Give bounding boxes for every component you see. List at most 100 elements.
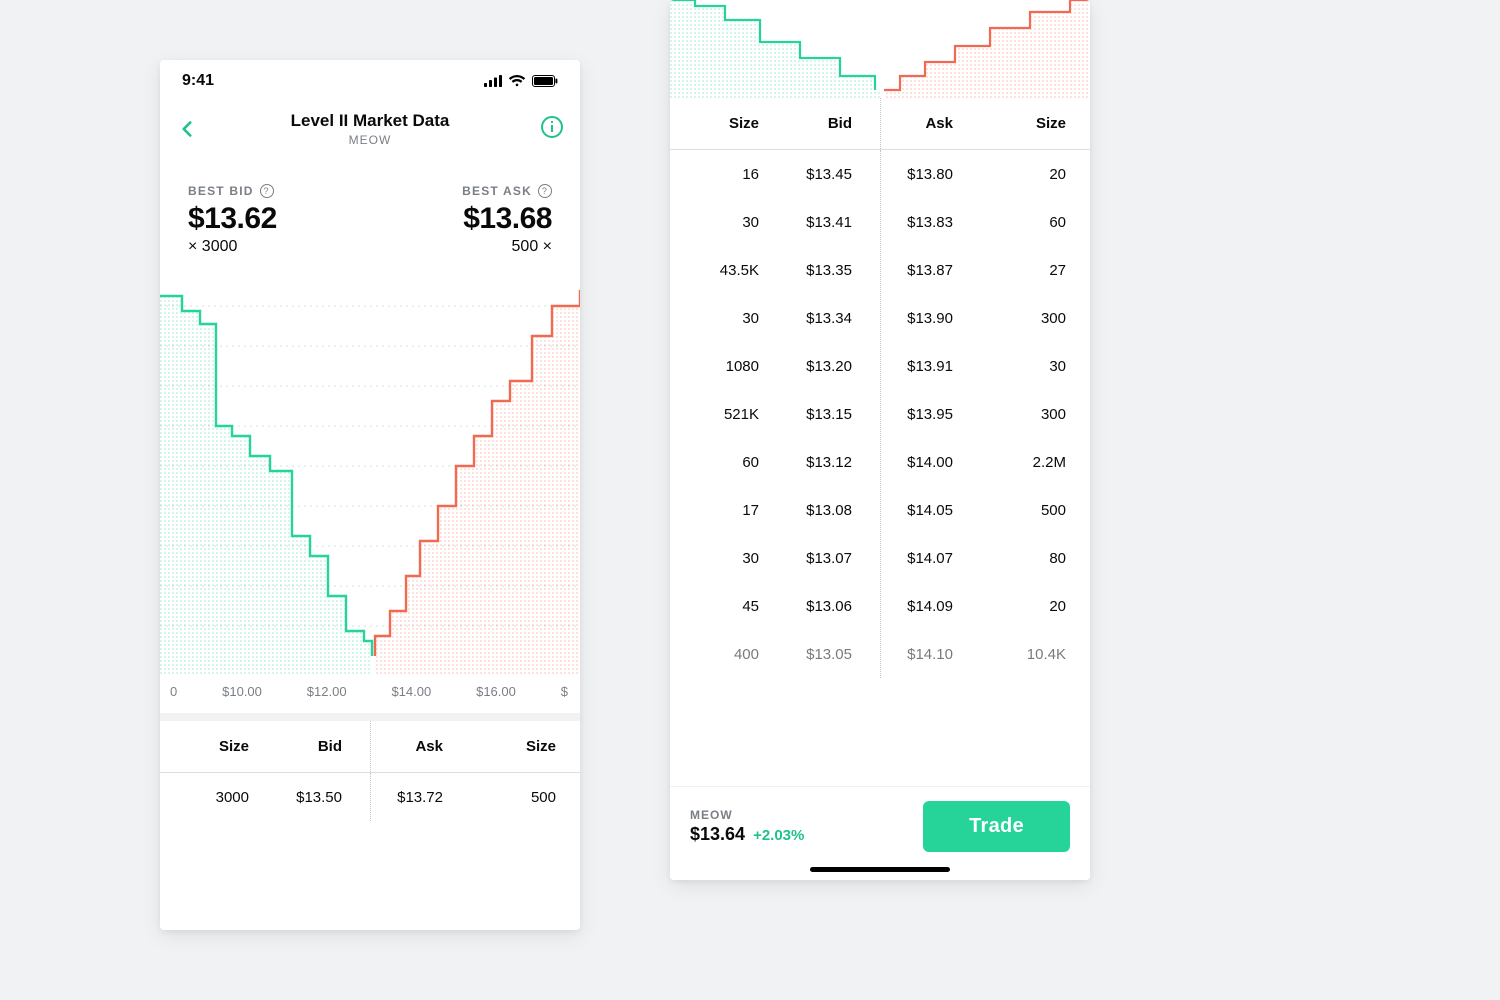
axis-tick: $12.00 <box>307 684 347 699</box>
cell-size-bid: 30 <box>694 214 787 231</box>
depth-chart-mini[interactable] <box>670 0 1090 98</box>
orderbook-row[interactable]: 30$13.34$13.90300 <box>670 294 1090 342</box>
orderbook-row[interactable]: 16$13.45$13.8020 <box>670 150 1090 198</box>
cell-bid: $13.06 <box>787 598 880 615</box>
orderbook-row[interactable]: 521K$13.15$13.95300 <box>670 390 1090 438</box>
market-depth-screen: 9:41 Level II Market Data MEOW BEST BID? <box>160 60 580 930</box>
cell-size-ask: 10.4K <box>973 646 1066 663</box>
col-bid: Bid <box>277 738 370 755</box>
axis-tick: $16.00 <box>476 684 516 699</box>
cell-bid: $13.15 <box>787 406 880 423</box>
cell-ask: $13.83 <box>880 214 973 231</box>
cell-bid: $13.35 <box>787 262 880 279</box>
orderbook-row[interactable]: 60$13.12$14.002.2M <box>670 438 1090 486</box>
battery-icon <box>532 75 558 87</box>
best-bid-price: $13.62 <box>188 202 277 236</box>
cell-size-bid: 3000 <box>184 789 277 806</box>
best-bid-label: BEST BID <box>188 184 254 198</box>
wifi-icon <box>508 75 526 87</box>
cell-size-bid: 1080 <box>694 358 787 375</box>
info-button[interactable] <box>540 115 566 141</box>
cell-ask: $14.07 <box>880 550 973 567</box>
axis-tick: 0 <box>170 684 177 699</box>
cell-size-bid: 521K <box>694 406 787 423</box>
cell-ask: $13.72 <box>370 789 463 806</box>
footer-change: +2.03% <box>753 827 804 844</box>
cell-size-bid: 45 <box>694 598 787 615</box>
footer-price: $13.64 <box>690 824 745 845</box>
depth-chart[interactable] <box>160 276 580 676</box>
cell-ask: $14.00 <box>880 454 973 471</box>
page-title: Level II Market Data <box>291 111 450 131</box>
cell-size-bid: 60 <box>694 454 787 471</box>
footer-ticker: MEOW <box>690 808 804 822</box>
orderbook-row[interactable]: 17$13.08$14.05500 <box>670 486 1090 534</box>
cell-size-bid: 17 <box>694 502 787 519</box>
best-ask-size: 500 × <box>462 238 552 256</box>
col-size-bid: Size <box>184 738 277 755</box>
cell-bid: $13.20 <box>787 358 880 375</box>
cell-bid: $13.50 <box>277 789 370 806</box>
cell-size-bid: 43.5K <box>694 262 787 279</box>
cell-size-bid: 400 <box>694 646 787 663</box>
best-ask-price: $13.68 <box>462 202 552 236</box>
best-ask-label: BEST ASK <box>462 184 532 198</box>
col-size-bid: Size <box>694 115 787 132</box>
cell-size-ask: 60 <box>973 214 1066 231</box>
orderbook-row[interactable]: 30$13.07$14.0780 <box>670 534 1090 582</box>
cell-bid: $13.12 <box>787 454 880 471</box>
back-button[interactable] <box>174 116 202 144</box>
cell-bid: $13.41 <box>787 214 880 231</box>
clock: 9:41 <box>182 72 214 90</box>
cell-bid: $13.05 <box>787 646 880 663</box>
cell-ask: $14.05 <box>880 502 973 519</box>
cell-ask: $13.91 <box>880 358 973 375</box>
orderbook-body[interactable]: 16$13.45$13.802030$13.41$13.836043.5K$13… <box>670 150 1090 678</box>
cell-bid: $13.34 <box>787 310 880 327</box>
orderbook-row[interactable]: 3000 $13.50 $13.72 500 <box>160 773 580 821</box>
orderbook-row[interactable]: 400$13.05$14.1010.4K <box>670 630 1090 678</box>
cell-ask: $13.87 <box>880 262 973 279</box>
best-bid-ask-row: BEST BID? $13.62 × 3000 BEST ASK? $13.68… <box>160 156 580 276</box>
best-bid-size: × 3000 <box>188 238 277 256</box>
cell-size-bid: 16 <box>694 166 787 183</box>
orderbook-row[interactable]: 30$13.41$13.8360 <box>670 198 1090 246</box>
status-bar: 9:41 <box>160 60 580 102</box>
orderbook-row[interactable]: 43.5K$13.35$13.8727 <box>670 246 1090 294</box>
orderbook-row[interactable]: 45$13.06$14.0920 <box>670 582 1090 630</box>
col-ask: Ask <box>370 738 463 755</box>
trade-button[interactable]: Trade <box>923 801 1070 852</box>
col-size-ask: Size <box>973 115 1066 132</box>
status-icons <box>484 75 558 87</box>
axis-tick: $ <box>561 684 568 699</box>
cell-ask: $13.95 <box>880 406 973 423</box>
orderbook-header: Size Bid Ask Size <box>160 721 580 773</box>
page-subtitle: MEOW <box>291 133 450 147</box>
axis-tick: $10.00 <box>222 684 262 699</box>
help-icon[interactable]: ? <box>260 184 274 198</box>
cell-ask: $14.09 <box>880 598 973 615</box>
best-bid: BEST BID? $13.62 × 3000 <box>188 184 277 256</box>
cell-size-ask: 20 <box>973 166 1066 183</box>
cell-bid: $13.07 <box>787 550 880 567</box>
cell-ask: $14.10 <box>880 646 973 663</box>
cell-size-ask: 80 <box>973 550 1066 567</box>
cell-size-ask: 2.2M <box>973 454 1066 471</box>
cell-size-ask: 300 <box>973 310 1066 327</box>
cell-size-bid: 30 <box>694 550 787 567</box>
axis-tick: $14.00 <box>391 684 431 699</box>
cell-size-ask: 300 <box>973 406 1066 423</box>
help-icon[interactable]: ? <box>538 184 552 198</box>
cell-size-ask: 20 <box>973 598 1066 615</box>
home-indicator[interactable] <box>810 867 950 872</box>
cell-ask: $13.90 <box>880 310 973 327</box>
cell-size-bid: 30 <box>694 310 787 327</box>
orderbook-row[interactable]: 1080$13.20$13.9130 <box>670 342 1090 390</box>
nav-header: Level II Market Data MEOW <box>160 102 580 156</box>
col-size-ask: Size <box>463 738 556 755</box>
depth-chart-x-axis: 0 $10.00 $12.00 $14.00 $16.00 $ <box>160 676 580 713</box>
orderbook-header: Size Bid Ask Size <box>670 98 1090 150</box>
cell-size-ask: 27 <box>973 262 1066 279</box>
cellular-icon <box>484 75 502 87</box>
cell-bid: $13.45 <box>787 166 880 183</box>
